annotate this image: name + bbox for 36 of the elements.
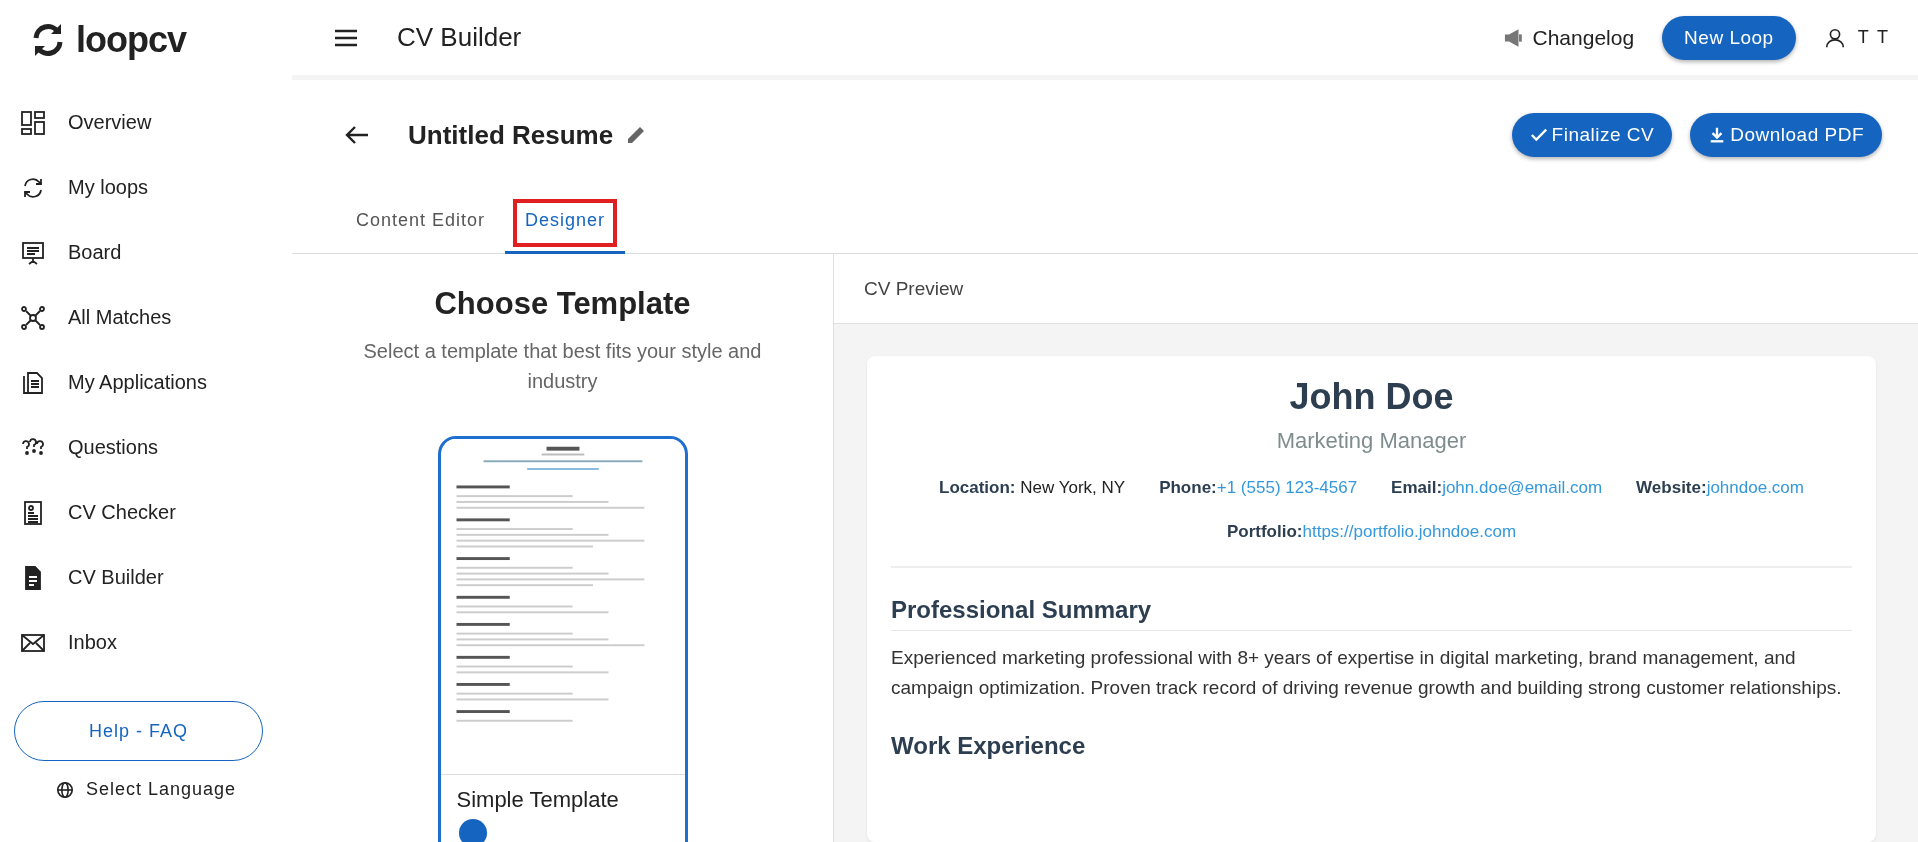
sidebar-item[interactable]: CV Checker [0,480,292,545]
cv-section-heading: Professional Summary [891,596,1852,631]
sidebar-item[interactable]: Inbox [0,610,292,675]
page-title: CV Builder [397,22,523,53]
cv-role: Marketing Manager [1275,428,1468,454]
contact-link[interactable]: Portfolio:https://portfolio.johndoe.com [1226,522,1517,542]
cv-paragraph: Experienced marketing professional with 8+ years of expertise in digital marketing, brand management, and campaign optimization. Proven track record of driving revenue growth and building strong customer relationships. [891,646,1843,701]
section-heading: Choose Template [434,286,691,322]
contact-link[interactable]: Website:johndoe.com [1636,478,1804,498]
finalize-button[interactable]: Finalize CV [1511,113,1673,157]
logo-text: loopcv [76,19,186,61]
template-name: Simple Template [456,787,620,813]
sidebar-item[interactable]: All Matches [0,285,292,350]
contact-link[interactable]: Phone:+1 (555) 123-4567 [1159,478,1358,498]
sidebar-item[interactable]: My Applications [0,350,292,415]
contact-link[interactable]: Email:john.doe@email.com [1391,478,1603,498]
preview-header: CV Preview [834,254,1918,324]
cv-section-heading: Work Experience [891,731,1087,761]
contact-detail: Location: New York, NY [939,478,1126,498]
sidebar-item[interactable]: Overview [0,90,292,155]
sidebar-item[interactable]: Board [0,220,292,285]
changelog-link[interactable]: Changelog [1496,24,1641,51]
cv-name: John Doe [1288,376,1455,418]
resume-title: Untitled Resume [408,119,614,151]
template-card[interactable]: Simple Template [437,436,688,842]
tab[interactable]: Content Editor [336,190,506,254]
sidebar-item[interactable]: CV Builder [0,545,292,610]
section-subtitle: Select a template that best fits your style and industry [362,339,763,394]
download-button[interactable]: Download PDF [1690,113,1882,157]
help-faq-button[interactable]: Help - FAQ [14,701,263,761]
new-loop-button[interactable]: New Loop [1662,15,1796,60]
sidebar-item[interactable]: My loops [0,155,292,220]
tab[interactable]: Designer [505,190,626,254]
language-selector[interactable]: Select Language [85,779,237,800]
user-name[interactable]: T T [1857,27,1890,48]
sidebar-item[interactable]: Questions [0,415,292,480]
